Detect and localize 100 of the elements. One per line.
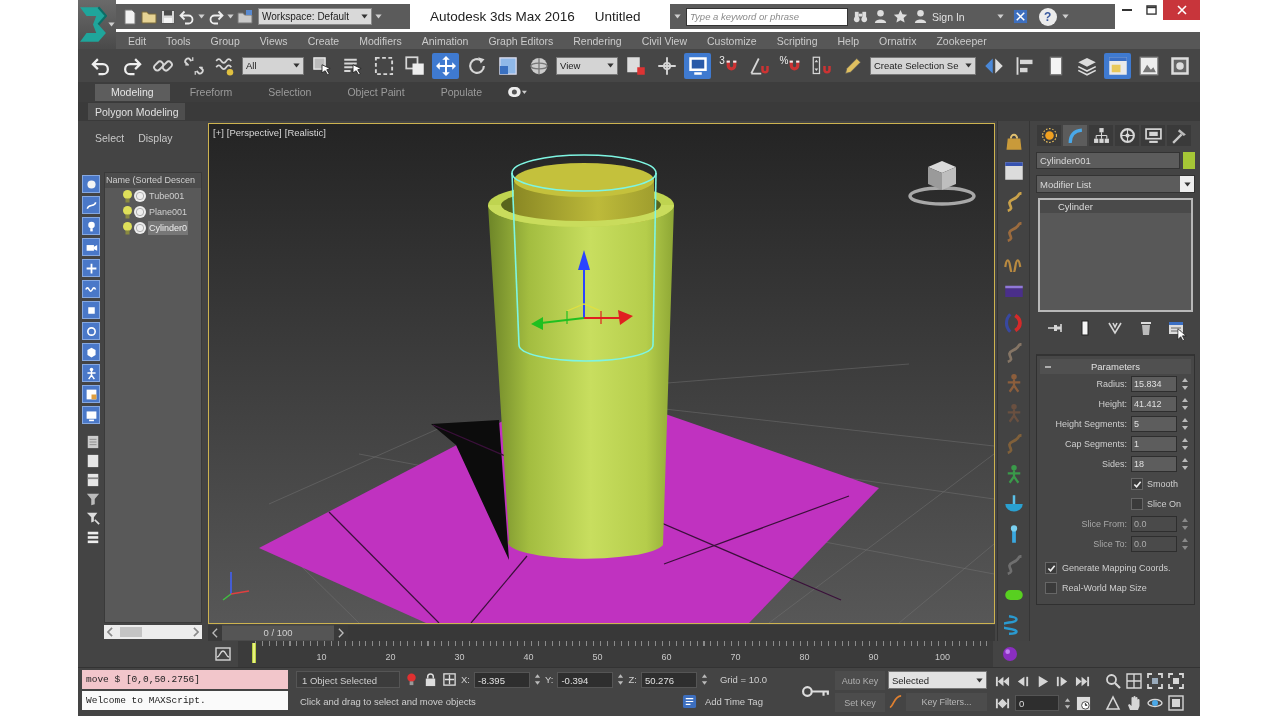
scene-item[interactable]: Plane001 [148, 205, 189, 219]
square-icon[interactable] [86, 454, 100, 468]
folder-icon[interactable] [141, 8, 157, 25]
spinner-icon[interactable] [1181, 537, 1189, 551]
ribbon-tab[interactable]: Freeform [173, 83, 249, 101]
menu-item[interactable]: Ornatrix [869, 34, 927, 47]
filter-button[interactable] [82, 259, 100, 277]
viewport-label[interactable]: [+] [213, 127, 224, 138]
undo-icon[interactable] [179, 8, 195, 25]
filter-button[interactable] [82, 385, 100, 403]
frame-corners-icon[interactable] [1168, 673, 1184, 689]
bulb-icon[interactable] [123, 221, 132, 235]
toolbar-dropdown[interactable]: View [556, 56, 618, 75]
previous-frame-button[interactable] [208, 625, 222, 641]
menu-item[interactable]: Select [95, 132, 125, 144]
checkbox[interactable] [1131, 498, 1143, 510]
viewport-label[interactable]: [Realistic] [284, 127, 326, 138]
command-tab[interactable] [1089, 125, 1113, 146]
bulb-icon[interactable] [404, 672, 419, 687]
spinner-icon[interactable] [1181, 377, 1189, 391]
grid-icon[interactable] [1126, 673, 1142, 689]
spinner-icon[interactable] [700, 673, 708, 686]
ribbon-tab[interactable]: Populate [424, 83, 499, 101]
help-button[interactable]: ? [1038, 7, 1057, 26]
nested-squares-icon[interactable] [1168, 695, 1184, 711]
graph-icon[interactable] [214, 646, 232, 662]
scene-item[interactable]: Cylinder0 [148, 221, 189, 235]
menu-item[interactable]: Civil View [631, 34, 697, 47]
track-bar[interactable]: 10 20 30 40 50 60 70 80 90 100 [238, 641, 993, 667]
viewport-label[interactable]: [Perspective] [226, 127, 282, 138]
snap-button[interactable]: % [777, 52, 804, 79]
set-key-button[interactable]: Set Key [835, 693, 885, 712]
menu-item[interactable]: Modifiers [349, 34, 412, 47]
object-name-field[interactable]: Cylinder001 [1036, 152, 1180, 169]
menu-item[interactable]: Tools [156, 34, 201, 47]
menu-item[interactable]: Rendering [563, 34, 632, 47]
note-icon[interactable] [682, 694, 697, 709]
redo-icon[interactable] [208, 8, 224, 25]
checkbox[interactable] [1131, 478, 1143, 490]
bulb-icon[interactable] [123, 189, 132, 203]
spinner-field[interactable]: 15.834 [1131, 376, 1177, 392]
menu-item[interactable]: Create [297, 34, 350, 47]
caret-icon[interactable] [1061, 14, 1069, 19]
frame-field[interactable]: 0 [1015, 695, 1059, 711]
key-mode-dropdown[interactable]: Selected [888, 671, 987, 689]
toolbar-button[interactable] [684, 52, 711, 79]
filter-button[interactable] [82, 406, 100, 424]
script-output-field[interactable]: move $ [0,0,50.2756] [82, 670, 288, 689]
caret-icon[interactable] [674, 14, 681, 19]
filter-button[interactable] [82, 301, 100, 319]
filter-button[interactable] [82, 217, 100, 235]
spinner-icon[interactable] [1181, 437, 1189, 451]
spinner-icon[interactable] [1064, 696, 1071, 710]
spinner-icon[interactable] [1181, 457, 1189, 471]
stack-icon[interactable] [86, 530, 100, 544]
window-icon[interactable] [1003, 161, 1024, 182]
caret-icon[interactable] [227, 14, 234, 19]
menu-item[interactable]: Graph Editors [478, 34, 564, 47]
ribbon-panel-tab[interactable]: Polygon Modeling [88, 103, 186, 120]
viewcube-icon[interactable] [907, 158, 977, 206]
window-clock-icon[interactable] [1076, 695, 1091, 711]
menu-item[interactable]: Group [200, 34, 250, 47]
zoom-icon[interactable] [1105, 673, 1121, 689]
menu-item[interactable]: Customize [697, 34, 767, 47]
binoculars-icon[interactable] [853, 9, 868, 24]
menu-item[interactable]: Help [827, 34, 870, 47]
coordinate-field[interactable]: 50.276 [640, 671, 697, 688]
star-icon[interactable] [893, 9, 908, 24]
modifier-list-dropdown[interactable]: Modifier List [1036, 175, 1195, 193]
list-window-icon[interactable] [1167, 320, 1184, 336]
scrollbar[interactable] [104, 625, 202, 639]
menu-item[interactable]: Views [249, 34, 298, 47]
menu-item[interactable]: Scripting [766, 34, 828, 47]
ribbon-tab[interactable]: Object Paint [331, 83, 421, 101]
close-button[interactable] [1163, 0, 1200, 20]
spinner-icon[interactable] [1181, 397, 1189, 411]
page-icon[interactable] [122, 8, 138, 25]
save-icon[interactable] [160, 8, 176, 25]
filter-button[interactable] [82, 280, 100, 298]
capsule-icon[interactable] [508, 87, 528, 97]
menu-item[interactable]: Edit [118, 34, 157, 47]
toolbar-button[interactable] [432, 52, 459, 79]
caret-icon[interactable] [198, 14, 205, 19]
menu-item[interactable]: Zookeeper [926, 34, 997, 47]
toolbar-dropdown[interactable]: All [242, 56, 304, 75]
orb-icon[interactable] [1003, 647, 1017, 661]
spinner-icon[interactable] [1181, 417, 1189, 431]
filter-button[interactable] [82, 238, 100, 256]
lock-icon[interactable] [423, 672, 438, 687]
sign-in-button[interactable]: Sign In [913, 6, 1008, 27]
funnel-icon[interactable] [86, 511, 100, 525]
fork-icon[interactable] [1107, 320, 1124, 336]
viewport[interactable]: [+] [Perspective] [Realistic] [208, 123, 995, 624]
command-tab[interactable] [1167, 125, 1191, 146]
grid-square-icon[interactable] [442, 672, 457, 687]
coordinate-field[interactable]: -8.395 [474, 671, 530, 688]
person-icon[interactable] [873, 9, 888, 24]
workspace-dropdown[interactable]: Workspace: Default [258, 8, 372, 25]
x-tile-icon[interactable] [1012, 9, 1028, 24]
checkbox[interactable] [1045, 582, 1057, 594]
